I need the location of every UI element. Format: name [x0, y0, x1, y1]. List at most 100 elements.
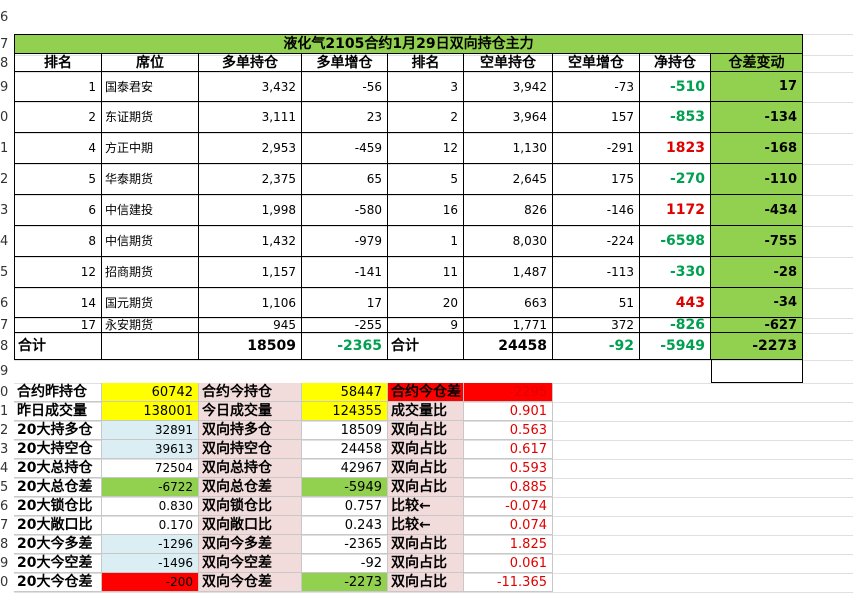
- cell-diff[interactable]: -755: [711, 226, 803, 257]
- summary-e[interactable]: 双向占比: [388, 554, 464, 573]
- summary-b[interactable]: 72504: [102, 459, 199, 478]
- cell-net[interactable]: -6598: [640, 226, 711, 257]
- cell-seat[interactable]: 方正中期: [102, 133, 199, 164]
- cell-srank[interactable]: 12: [388, 133, 464, 164]
- summary-c[interactable]: 双向持空仓: [199, 440, 302, 459]
- summary-d[interactable]: 42967: [302, 459, 388, 478]
- summary-e[interactable]: 成交量比: [388, 402, 464, 421]
- cell-short[interactable]: 1,487: [464, 257, 553, 288]
- summary-f[interactable]: 0.901: [464, 402, 553, 421]
- summary-c[interactable]: 今日成交量: [199, 402, 302, 421]
- summary-f[interactable]: -0.074: [464, 497, 553, 516]
- cell-short_chg[interactable]: -224: [553, 226, 640, 257]
- cell-rank[interactable]: 2: [14, 102, 102, 133]
- summary-b[interactable]: 39613: [102, 440, 199, 459]
- cell-long[interactable]: 945: [199, 318, 302, 333]
- summary-e[interactable]: 比较←: [388, 497, 464, 516]
- summary-d[interactable]: -92: [302, 554, 388, 573]
- summary-f[interactable]: 0.563: [464, 421, 553, 440]
- cell-seat[interactable]: 招商期货: [102, 257, 199, 288]
- cell-rank[interactable]: 17: [14, 318, 102, 333]
- cell-diff[interactable]: -168: [711, 133, 803, 164]
- summary-f[interactable]: -11.365: [464, 573, 553, 592]
- cell-short[interactable]: 1,771: [464, 318, 553, 333]
- summary-f[interactable]: 0.061: [464, 554, 553, 573]
- summary-d[interactable]: -2365: [302, 535, 388, 554]
- summary-c[interactable]: 双向总仓差: [199, 478, 302, 497]
- summary-f[interactable]: -2295: [464, 383, 553, 402]
- cell-net[interactable]: 443: [640, 288, 711, 318]
- cell-short_chg[interactable]: 175: [553, 164, 640, 195]
- cell-long[interactable]: 1,432: [199, 226, 302, 257]
- cell-long_chg[interactable]: -459: [302, 133, 388, 164]
- cell-long_chg[interactable]: 65: [302, 164, 388, 195]
- cell-short_chg[interactable]: -146: [553, 195, 640, 226]
- summary-b[interactable]: 138001: [102, 402, 199, 421]
- cell-srank[interactable]: 2: [388, 102, 464, 133]
- summary-c[interactable]: 双向敞口比: [199, 516, 302, 535]
- summary-d[interactable]: 24458: [302, 440, 388, 459]
- summary-d[interactable]: 18509: [302, 421, 388, 440]
- cell-short_chg[interactable]: -113: [553, 257, 640, 288]
- total-net[interactable]: -5949: [640, 333, 711, 360]
- cell-srank[interactable]: 5: [388, 164, 464, 195]
- total-label2[interactable]: 合计: [388, 333, 464, 360]
- summary-f[interactable]: 0.617: [464, 440, 553, 459]
- cell-short[interactable]: 2,645: [464, 164, 553, 195]
- cell-long_chg[interactable]: -141: [302, 257, 388, 288]
- cell-short[interactable]: 3,942: [464, 72, 553, 102]
- summary-c[interactable]: 双向锁仓比: [199, 497, 302, 516]
- summary-c[interactable]: 双向今多差: [199, 535, 302, 554]
- cell-short[interactable]: 826: [464, 195, 553, 226]
- cell-diff[interactable]: -134: [711, 102, 803, 133]
- cell-seat[interactable]: 中信建投: [102, 195, 199, 226]
- cell-diff[interactable]: 17: [711, 72, 803, 102]
- cell-long[interactable]: 2,375: [199, 164, 302, 195]
- summary-f[interactable]: 1.825: [464, 535, 553, 554]
- cell-short[interactable]: 3,964: [464, 102, 553, 133]
- cell-rank[interactable]: 8: [14, 226, 102, 257]
- cell-long[interactable]: 1,157: [199, 257, 302, 288]
- cell-rank[interactable]: 12: [14, 257, 102, 288]
- summary-f[interactable]: 0.885: [464, 478, 553, 497]
- summary-d[interactable]: -5949: [302, 478, 388, 497]
- cell-seat[interactable]: 永安期货: [102, 318, 199, 333]
- summary-b[interactable]: -6722: [102, 478, 199, 497]
- summary-a[interactable]: 20大今空差: [14, 554, 102, 573]
- summary-c[interactable]: 双向总持仓: [199, 459, 302, 478]
- summary-f[interactable]: 0.074: [464, 516, 553, 535]
- cell-long_chg[interactable]: -56: [302, 72, 388, 102]
- cell-seat[interactable]: 中信期货: [102, 226, 199, 257]
- summary-e[interactable]: 比较←: [388, 516, 464, 535]
- cell-net[interactable]: 1172: [640, 195, 711, 226]
- summary-b[interactable]: 32891: [102, 421, 199, 440]
- cell-long_chg[interactable]: 17: [302, 288, 388, 318]
- cell-net[interactable]: -270: [640, 164, 711, 195]
- total-short_chg[interactable]: -92: [553, 333, 640, 360]
- summary-a[interactable]: 20大总持仓: [14, 459, 102, 478]
- cell-net[interactable]: -510: [640, 72, 711, 102]
- cell-net[interactable]: 1823: [640, 133, 711, 164]
- summary-b[interactable]: 0.830: [102, 497, 199, 516]
- total-long_chg[interactable]: -2365: [302, 333, 388, 360]
- cell-long[interactable]: 1,998: [199, 195, 302, 226]
- summary-c[interactable]: 双向今仓差: [199, 573, 302, 592]
- cell-seat[interactable]: 华泰期货: [102, 164, 199, 195]
- summary-e[interactable]: 双向占比: [388, 421, 464, 440]
- cell-srank[interactable]: 9: [388, 318, 464, 333]
- cell-diff[interactable]: -34: [711, 288, 803, 318]
- cell-short[interactable]: 1,130: [464, 133, 553, 164]
- table-title[interactable]: 液化气2105合约1月29日双向持仓主力: [14, 34, 803, 54]
- cell-long[interactable]: 3,111: [199, 102, 302, 133]
- summary-a[interactable]: 20大锁仓比: [14, 497, 102, 516]
- cell-short[interactable]: 8,030: [464, 226, 553, 257]
- summary-e[interactable]: 双向占比: [388, 573, 464, 592]
- summary-a[interactable]: 20大今多差: [14, 535, 102, 554]
- summary-e[interactable]: 双向占比: [388, 459, 464, 478]
- summary-f[interactable]: 0.593: [464, 459, 553, 478]
- summary-a[interactable]: 20大敞口比: [14, 516, 102, 535]
- cell-srank[interactable]: 3: [388, 72, 464, 102]
- summary-c[interactable]: 双向持多仓: [199, 421, 302, 440]
- cell-srank[interactable]: 1: [388, 226, 464, 257]
- summary-a[interactable]: 20大总仓差: [14, 478, 102, 497]
